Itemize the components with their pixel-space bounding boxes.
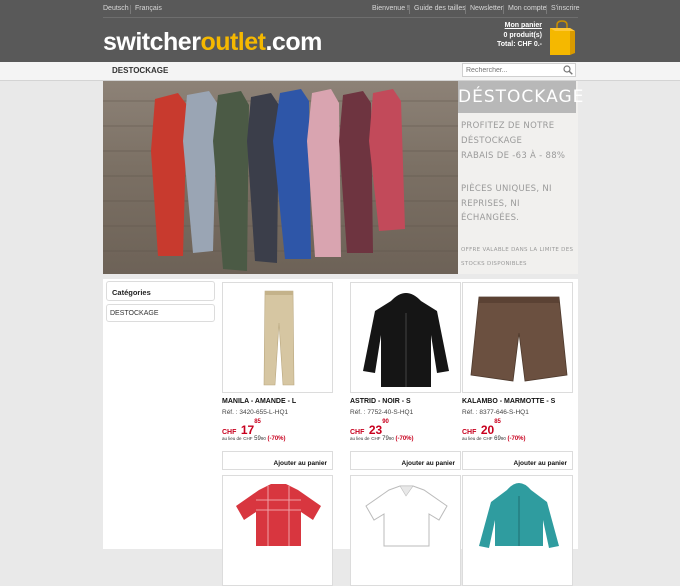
banner-image[interactable] (103, 81, 458, 274)
old-price-int: 79 (382, 436, 389, 442)
product-image[interactable] (222, 475, 333, 586)
product-name[interactable]: MANILA - AMANDE - L (222, 398, 296, 405)
price-dec: 85 (494, 419, 501, 425)
nav-bar (0, 62, 680, 81)
banner-footnote: OFFRE VALABLE DANS LA LIMITE DES (461, 247, 574, 253)
product-ref: Réf. : 3420-655-L-HQ1 (222, 409, 289, 416)
old-price-dec: 90 (388, 436, 394, 441)
newsletter-link[interactable]: Newsletter (470, 5, 503, 12)
price-int: 23 (368, 423, 383, 437)
add-to-cart-button[interactable]: Ajouter au panier (222, 451, 333, 470)
logo-text-switcher: switcher (103, 28, 201, 56)
banner-line: PROFITEZ DE NOTRE (461, 121, 555, 131)
product-image[interactable] (462, 475, 573, 586)
divider (546, 5, 547, 14)
search-input[interactable] (466, 64, 560, 76)
old-price-label: au lieu de (350, 436, 370, 441)
cart-total: Total: CHF 0.- (497, 41, 542, 48)
pants-icon (263, 290, 295, 386)
banner-line: DÉSTOCKAGE (461, 136, 523, 146)
lang-link-deutsch[interactable]: Deutsch (103, 5, 129, 12)
divider (503, 5, 504, 14)
old-price-int: 59 (254, 436, 261, 442)
product-ref: Réf. : 7752-40-S-HQ1 (350, 409, 414, 416)
price-int: 20 (480, 423, 495, 437)
old-price-currency: CHF (371, 436, 381, 441)
rain-jacket-icon (479, 483, 559, 548)
lang-link-francais[interactable]: Français (135, 5, 162, 12)
shorts-icon (470, 296, 568, 382)
polo-shirt-icon (365, 485, 448, 547)
shopping-bag-icon[interactable] (548, 20, 576, 56)
old-price-currency: CHF (483, 436, 493, 441)
product-image[interactable] (350, 475, 461, 586)
add-to-cart-button[interactable]: Ajouter au panier (462, 451, 573, 470)
product-image[interactable] (222, 282, 333, 393)
banner-line: PIÈCES UNIQUES, NI (461, 184, 552, 194)
site-logo[interactable]: switcheroutlet.com (103, 30, 322, 55)
hanging-shirts-illustration (103, 89, 458, 271)
cart-count: 0 produit(s) (503, 32, 543, 39)
search-icon[interactable] (563, 65, 573, 75)
price-int: 17 (240, 423, 255, 437)
banner-footnote: STOCKS DISPONIBLES (461, 261, 527, 267)
product-name[interactable]: ASTRID - NOIR - S (350, 398, 411, 405)
jacket-icon (363, 293, 449, 387)
category-item-destockage[interactable]: DESTOCKAGE (106, 304, 215, 322)
old-price-label: au lieu de (462, 436, 482, 441)
product-name[interactable]: KALAMBO - MARMOTTE - S (462, 398, 555, 405)
register-link[interactable]: S'inscrire (551, 5, 580, 12)
welcome-link[interactable]: Bienvenue ! (372, 5, 409, 12)
price-currency: CHF (350, 429, 365, 436)
old-price-int: 69 (494, 436, 501, 442)
price-currency: CHF (222, 429, 237, 436)
price-dec: 85 (254, 419, 261, 425)
divider (130, 5, 131, 14)
cart-title-link[interactable]: Mon panier (505, 22, 542, 29)
logo-text-com: .com (265, 28, 322, 56)
old-price-dec: 90 (260, 436, 266, 441)
divider (409, 5, 410, 14)
divider (465, 5, 466, 14)
header-divider (103, 17, 578, 18)
discount-percent: (-70%) (395, 436, 414, 442)
size-guide-link[interactable]: Guide des tailles (414, 5, 466, 12)
product-old-price: au lieu de CHF 5990 (-70%) (222, 436, 286, 442)
product-image[interactable] (350, 282, 461, 393)
product-image[interactable] (462, 282, 573, 393)
price-currency: CHF (462, 429, 477, 436)
price-dec: 90 (382, 419, 389, 425)
product-old-price: au lieu de CHF 7990 (-70%) (350, 436, 414, 442)
banner-line: REPRISES, NI ÉCHANGÉES. (461, 199, 520, 223)
nav-item-destockage[interactable]: DESTOCKAGE (112, 66, 168, 75)
discount-percent: (-70%) (267, 436, 286, 442)
product-old-price: au lieu de CHF 6990 (-70%) (462, 436, 526, 442)
search-box (462, 63, 576, 77)
account-link[interactable]: Mon compte (508, 5, 547, 12)
old-price-label: au lieu de (222, 436, 242, 441)
add-to-cart-button[interactable]: Ajouter au panier (350, 451, 461, 470)
product-ref: Réf. : 8377-646-S-HQ1 (462, 409, 529, 416)
categories-heading: Catégories (106, 281, 215, 301)
logo-text-outlet: outlet (200, 28, 266, 56)
shirt-icon (236, 484, 321, 546)
discount-percent: (-70%) (507, 436, 526, 442)
old-price-currency: CHF (243, 436, 253, 441)
old-price-dec: 90 (500, 436, 506, 441)
banner-line: RABAIS DE -63 À - 88% (461, 151, 566, 161)
banner-title: DÉSTOCKAGE (458, 81, 583, 113)
